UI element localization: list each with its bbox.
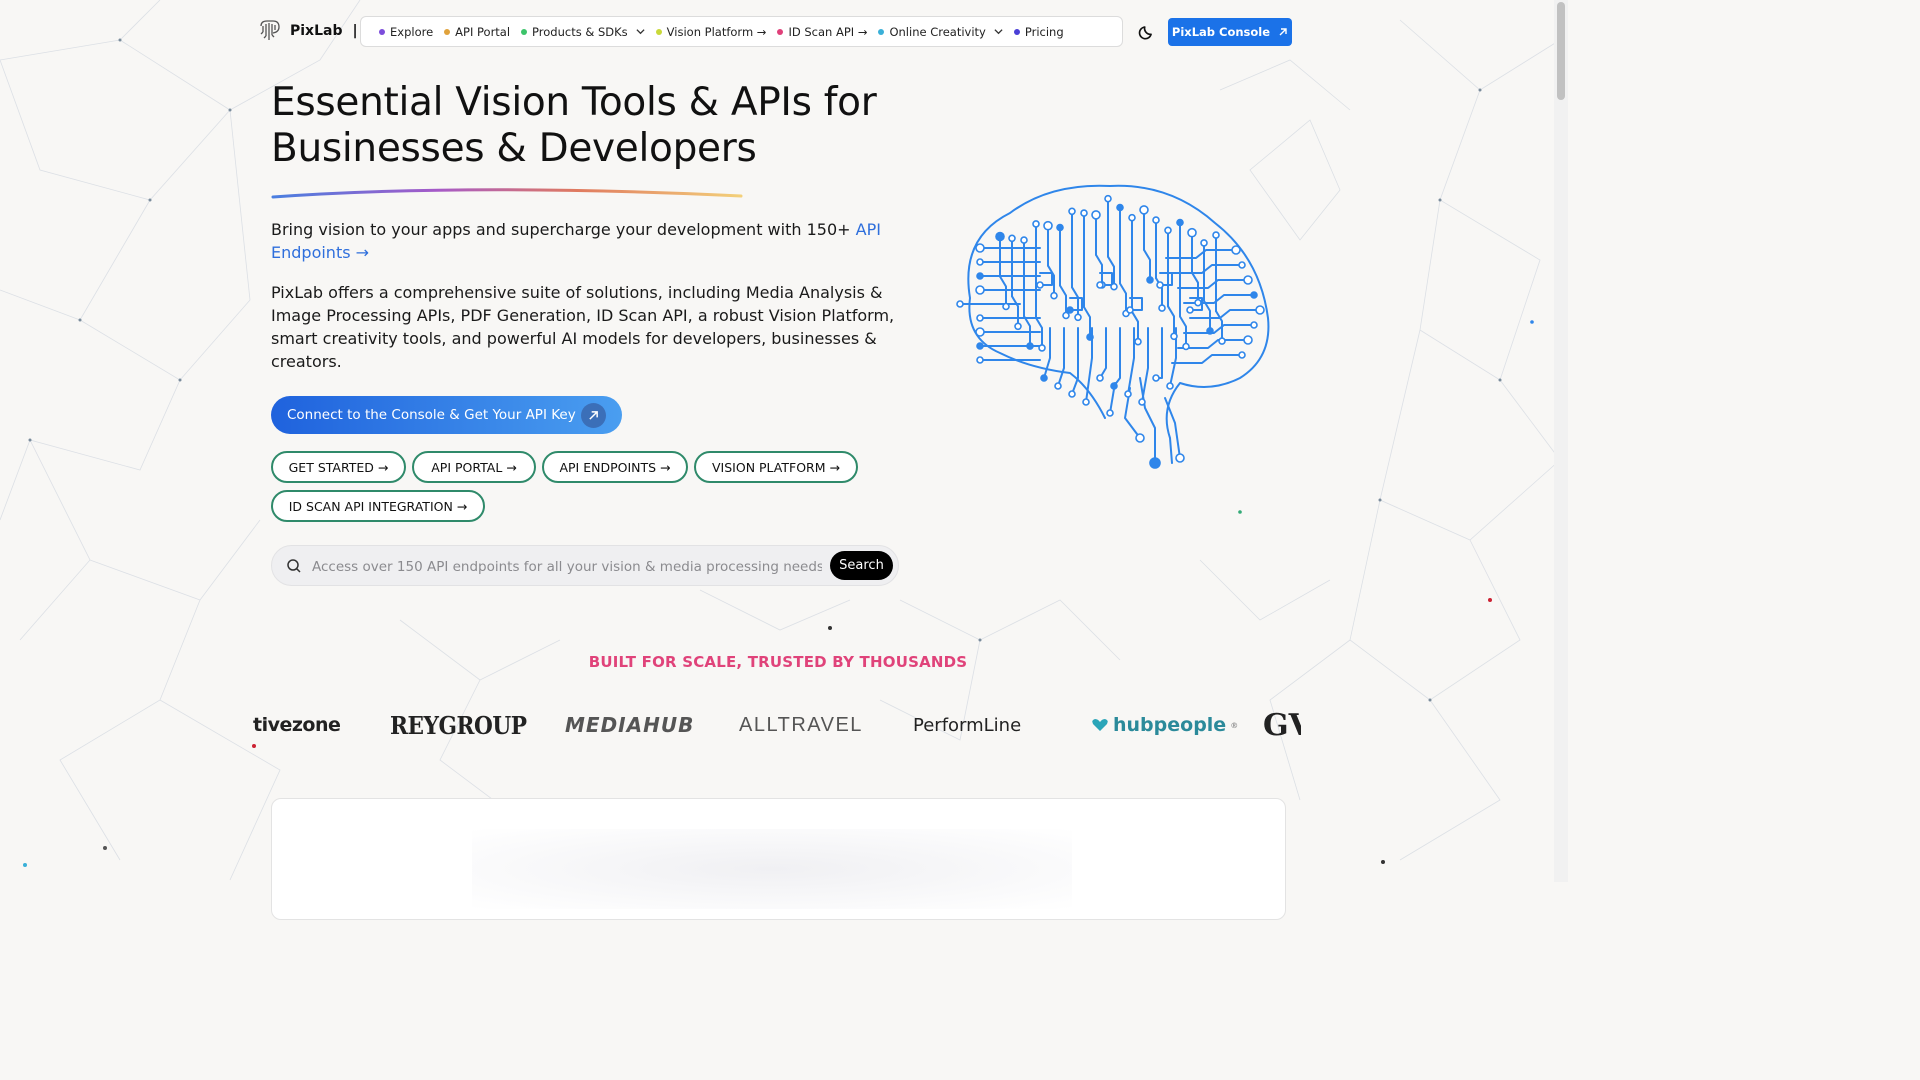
chevron-down-icon — [994, 29, 1003, 35]
hero-description: PixLab offers a comprehensive suite of s… — [271, 283, 895, 371]
vision-platform-button[interactable]: VISION PLATFORM → — [694, 451, 858, 483]
hubpeople-wordmark: hubpeople — [1113, 714, 1227, 736]
search-bar: Search — [271, 545, 899, 586]
card-glow — [472, 829, 1072, 909]
hero-lead: Bring vision to your apps and supercharg… — [271, 218, 896, 264]
search-input[interactable] — [310, 554, 824, 580]
nav-label: API Portal — [455, 24, 511, 39]
nav-label: Pricing — [1024, 24, 1064, 39]
logo-tivezone: tivezone — [253, 714, 341, 736]
pixlab-logo[interactable]: PixLab | — [258, 18, 358, 44]
nav-label: Vision Platform → — [666, 24, 767, 39]
logo-hubpeople: hubpeople ® — [1091, 700, 1238, 750]
title-line-1: Essential Vision Tools & APIs for — [271, 80, 877, 125]
id-scan-api-integration-button[interactable]: ID SCAN API INTEGRATION → — [271, 490, 485, 522]
nav-label: Online Creativity — [889, 24, 986, 39]
trusted-heading: BUILT FOR SCALE, TRUSTED BY THOUSANDS — [588, 653, 968, 671]
customer-logos: tivezone REYGROUP MEDIAHUB ALLTRAVEL Per… — [253, 700, 1301, 750]
api-endpoints-button[interactable]: API ENDPOINTS → — [542, 451, 688, 483]
nav-item-online-creativity[interactable]: Online Creativity — [878, 24, 1003, 39]
preview-card — [271, 798, 1286, 920]
nav-item-id-scan-api[interactable]: ID Scan API → — [777, 25, 867, 39]
connect-console-button[interactable]: Connect to the Console & Get Your API Ke… — [271, 396, 622, 434]
main-nav: Explore API Portal Products & SDKs Vision P… — [360, 16, 1123, 47]
console-button-label: PixLab Console — [1171, 25, 1271, 39]
api-portal-button[interactable]: API PORTAL → — [412, 451, 536, 483]
logo-reygroup: REYGROUP — [390, 710, 527, 740]
pixlab-console-button[interactable]: PixLab Console — [1168, 18, 1292, 46]
get-started-button[interactable]: GET STARTED → — [271, 451, 406, 483]
brand-name: PixLab — [290, 23, 343, 39]
nav-label: ID Scan API → — [788, 24, 868, 39]
nav-dot — [878, 28, 885, 35]
nav-label: Products & SDKs — [532, 24, 628, 39]
cta-label: Connect to the Console & Get Your API Ke… — [287, 407, 576, 423]
nav-item-pricing[interactable]: Pricing — [1013, 24, 1064, 39]
search-icon — [287, 559, 301, 573]
nav-item-api-portal[interactable]: API Portal — [444, 25, 510, 39]
circuit-brain-illustration — [956, 184, 1270, 469]
lead-text: Bring vision to your apps and supercharg… — [271, 220, 856, 239]
heart-icon — [1092, 719, 1108, 731]
scrollbar[interactable] — [1554, 0, 1568, 882]
brand-cursor: | — [352, 23, 358, 39]
title-line-2: Businesses & Developers — [271, 126, 757, 171]
logo-mediahub: MEDIAHUB — [565, 713, 695, 737]
logo-performline: PerformLine — [913, 714, 1022, 736]
logo-gv: GV — [1263, 707, 1301, 743]
page-title: Essential Vision Tools & APIs for Busine… — [271, 80, 911, 172]
nav-item-products-sdks[interactable]: Products & SDKs — [521, 25, 645, 39]
nav-label: Explore — [390, 24, 434, 39]
scrollbar-thumb[interactable] — [1557, 2, 1565, 100]
gradient-underline — [271, 188, 743, 199]
nav-dot — [521, 28, 528, 35]
nav-dot — [655, 28, 662, 35]
logo-alltravel: ALLTRAVEL — [739, 713, 863, 736]
arrow-up-right-icon — [581, 403, 606, 428]
nav-item-explore[interactable]: Explore — [379, 25, 433, 39]
external-arrow-icon — [1279, 28, 1287, 36]
nav-dot — [777, 28, 784, 35]
nav-dot — [379, 28, 385, 35]
registered-mark: ® — [1230, 720, 1239, 730]
moon-icon[interactable] — [1138, 23, 1156, 41]
chevron-down-icon — [636, 29, 645, 35]
search-button[interactable]: Search — [830, 551, 893, 580]
nav-item-vision-platform[interactable]: Vision Platform → — [655, 24, 767, 39]
nav-dot — [444, 28, 451, 35]
nav-dot — [1013, 28, 1020, 35]
brain-logo-icon — [260, 20, 280, 40]
